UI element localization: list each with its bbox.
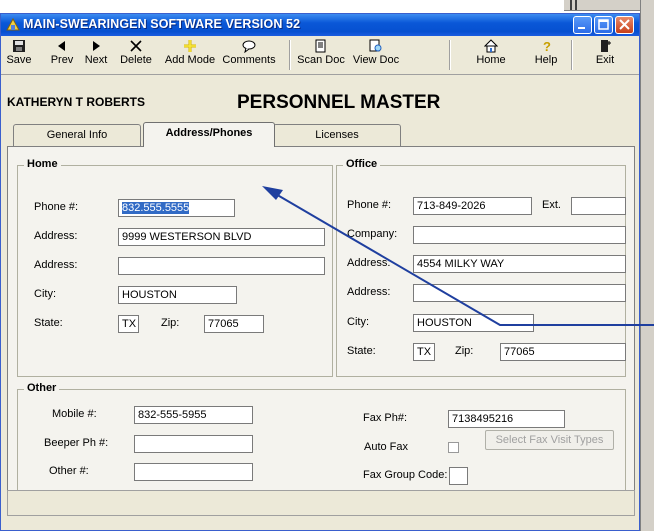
plus-icon (184, 40, 196, 52)
tab-general-info[interactable]: General Info (13, 124, 141, 146)
home-button[interactable]: Home (473, 38, 509, 72)
office-ext-input[interactable] (571, 197, 626, 215)
prev-button[interactable]: Prev (47, 38, 77, 72)
home-zip-label: Zip: (161, 317, 180, 329)
other-phone-label: Other #: (49, 465, 89, 477)
maximize-button[interactable] (594, 16, 613, 34)
tab-address-phones[interactable]: Address/Phones (143, 122, 275, 147)
home-phone-label: Phone #: (34, 201, 79, 213)
beeper-input[interactable] (134, 435, 253, 453)
toolbar-separator (289, 40, 291, 70)
fax-label: Fax Ph#: (363, 412, 408, 424)
toolbar: Save Prev Next Delete Add Mode Comments … (1, 36, 639, 75)
help-question-icon: ? (543, 39, 551, 53)
scan-doc-button[interactable]: Scan Doc (293, 38, 349, 72)
home-address2-input[interactable] (118, 257, 325, 275)
arrow-right-icon (93, 41, 100, 51)
office-state-label: State: (347, 345, 376, 357)
next-button[interactable]: Next (81, 38, 111, 72)
exit-button[interactable]: Exit (587, 38, 623, 72)
window-title: MAIN-SWEARINGEN SOFTWARE VERSION 52 (23, 17, 301, 31)
office-group-title: Office (343, 158, 381, 170)
speech-bubble-icon (242, 40, 256, 53)
office-address1-input[interactable]: 4554 MILKY WAY (413, 255, 626, 273)
auto-fax-label: Auto Fax (364, 441, 409, 453)
close-button[interactable] (615, 16, 634, 34)
view-doc-button[interactable]: View Doc (351, 38, 401, 72)
office-address2-label: Address: (347, 286, 391, 298)
help-button[interactable]: ? Help (529, 38, 563, 72)
document-icon (315, 39, 326, 53)
delete-x-icon (130, 40, 142, 52)
comments-button[interactable]: Comments (220, 38, 278, 72)
app-window: MAIN-SWEARINGEN SOFTWARE VERSION 52 Save… (0, 13, 640, 531)
fax-input[interactable]: 7138495216 (448, 410, 565, 428)
fax-group-input[interactable] (449, 467, 468, 485)
mobile-label: Mobile #: (52, 408, 97, 420)
home-city-label: City: (34, 288, 56, 300)
tab-licenses[interactable]: Licenses (273, 124, 401, 146)
arrow-left-icon (58, 41, 65, 51)
home-city-input[interactable]: HOUSTON (118, 286, 237, 304)
title-bar: MAIN-SWEARINGEN SOFTWARE VERSION 52 (1, 14, 639, 36)
delete-button[interactable]: Delete (117, 38, 155, 72)
office-city-input[interactable]: HOUSTON (413, 314, 534, 332)
home-group-title: Home (24, 158, 61, 170)
home-state-label: State: (34, 317, 63, 329)
home-address1-input[interactable]: 9999 WESTERSON BLVD (118, 228, 325, 246)
status-bar (7, 490, 635, 516)
home-address1-label: Address: (34, 230, 78, 242)
employee-name: KATHERYN T ROBERTS (7, 95, 145, 109)
home-zip-input[interactable]: 77065 (204, 315, 264, 333)
home-group: Home Phone #: 832.555.5555 Address: 9999… (17, 158, 333, 377)
select-fax-visit-types-button[interactable]: Select Fax Visit Types (485, 430, 614, 450)
svg-text:?: ? (543, 39, 551, 53)
other-group-title: Other (24, 382, 60, 394)
office-phone-label: Phone #: (347, 199, 392, 211)
document-magnifier-icon (369, 39, 382, 52)
background-divider (570, 0, 572, 10)
page-title: PERSONNEL MASTER (237, 92, 441, 113)
save-button[interactable]: Save (4, 38, 34, 72)
auto-fax-checkbox[interactable] (448, 442, 459, 453)
close-icon (619, 19, 630, 30)
toolbar-separator (571, 40, 573, 70)
toolbar-separator (449, 40, 451, 70)
mobile-input[interactable]: 832-555-5955 (134, 406, 253, 424)
background-window-edge (640, 0, 654, 531)
house-icon (484, 39, 498, 53)
home-phone-input[interactable]: 832.555.5555 (118, 199, 235, 217)
office-ext-label: Ext. (542, 199, 561, 211)
office-group: Office Phone #: 713-849-2026 Ext. Compan… (336, 158, 626, 377)
office-city-label: City: (347, 316, 369, 328)
minimize-icon (578, 27, 585, 29)
maximize-icon (598, 19, 609, 30)
office-phone-input[interactable]: 713-849-2026 (413, 197, 532, 215)
background-divider (575, 0, 577, 10)
office-zip-input[interactable]: 77065 (500, 343, 626, 361)
app-icon (6, 18, 20, 31)
minimize-button[interactable] (573, 16, 592, 34)
home-address2-label: Address: (34, 259, 78, 271)
other-phone-input[interactable] (134, 463, 253, 481)
office-address1-label: Address: (347, 257, 391, 269)
add-mode-button[interactable]: Add Mode (161, 38, 219, 72)
office-address2-input[interactable] (413, 284, 626, 302)
office-company-input[interactable] (413, 226, 626, 244)
office-zip-label: Zip: (455, 345, 474, 357)
fax-group-label: Fax Group Code: (363, 469, 448, 481)
home-state-input[interactable]: TX (118, 315, 139, 333)
exit-door-icon (601, 40, 611, 52)
floppy-disk-icon (13, 40, 25, 52)
beeper-label: Beeper Ph #: (44, 437, 109, 449)
office-state-input[interactable]: TX (413, 343, 435, 361)
office-company-label: Company: (347, 228, 398, 240)
